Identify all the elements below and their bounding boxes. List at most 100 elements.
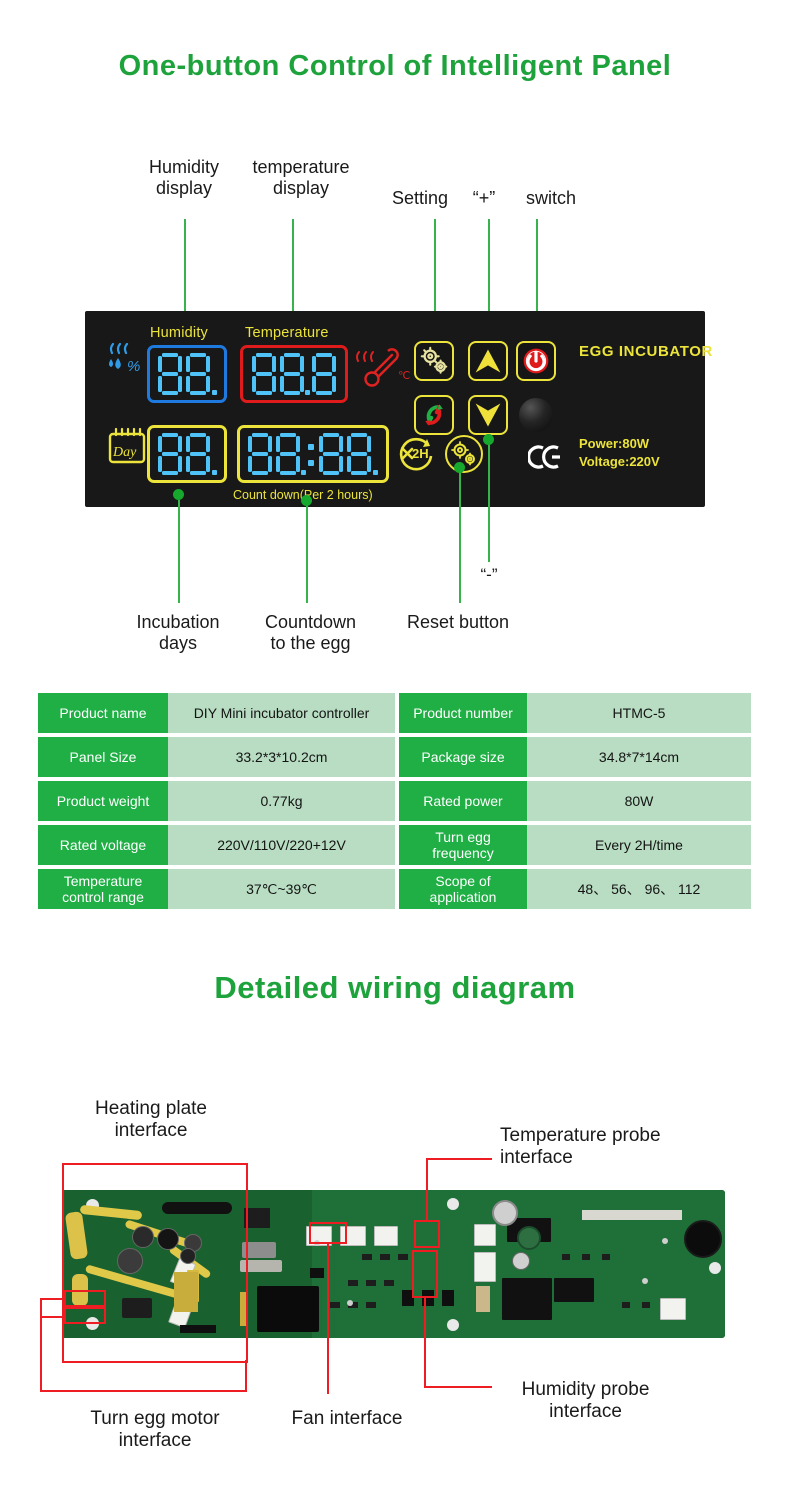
table-row: Temperature control range 37℃~39℃ Scope … [38,869,751,910]
table-row: Panel Size 33.2*3*10.2cm Package size 34… [38,737,751,777]
callout-plus: “+” [472,188,496,208]
leader-dot-minus [483,434,494,445]
adjust-knob[interactable] [519,398,553,432]
seven-seg-digit [251,353,277,395]
svg-text:℃: ℃ [398,370,410,382]
temperature-label: Temperature [245,325,329,341]
callout-switch: switch [525,188,576,208]
callout-humidity-probe: Humidity probe interface [521,1379,650,1423]
leader-temperature-probe-horiz [426,1158,492,1160]
colon-separator [308,433,316,475]
table-key-cell: Temperature control range [38,869,168,910]
table-value-cell: 34.8*7*14cm [527,737,751,777]
ce-mark-icon [527,443,570,471]
highlight-fan-interface [309,1222,347,1244]
seven-seg-digit [185,353,217,395]
table-value-cell: 48、 56、 96、 112 [527,869,751,910]
humidity-label: Humidity [150,325,208,341]
leader-line-incubation-days [178,500,180,603]
leader-turn-egg-motor-right [245,1360,247,1392]
turn-icon-text: 2H [412,446,429,461]
seven-seg-digit [276,433,306,475]
table-key-cell: Rated power [399,781,527,821]
power-spec-text: Power:80W Voltage:220V [579,436,660,469]
callout-countdown-to-egg: Countdown to the egg [264,612,357,654]
setting-button[interactable] [414,341,454,381]
leader-line-reset [459,470,461,603]
table-value-cell: HTMC-5 [527,693,751,733]
wiring-section-title: Detailed wiring diagram [214,970,576,1005]
leader-line-minus [488,440,490,562]
table-row: Rated voltage 220V/110V/220+12V Turn egg… [38,825,751,866]
table-value-cell: 220V/110V/220+12V [168,825,395,866]
day-calendar-icon: Day [105,425,149,469]
seven-seg-digit [347,433,378,475]
control-panel: % Humidity Temperature ℃ Day Count down(… [85,311,712,507]
table-key-cell: Package size [399,737,527,777]
highlight-humidity-probe [412,1250,438,1298]
seven-seg-digit [248,433,273,475]
turn-egg-button[interactable] [414,395,454,435]
table-value-cell: DIY Mini incubator controller [168,693,395,733]
humidity-icon: % [102,337,148,383]
day-icon-text: Day [112,445,137,460]
highlight-heating-plate [62,1163,248,1363]
callout-incubation-days: Incubation days [136,612,220,654]
seven-seg-digit [319,433,344,475]
gears-icon [420,346,448,374]
countdown-display [237,425,389,483]
highlight-turn-egg-motor-1 [64,1290,106,1307]
highlight-temperature-probe [414,1220,440,1248]
power-icon [523,348,549,374]
humidity-display [147,345,227,403]
leader-dot-countdown [301,495,312,506]
seven-seg-digit [311,353,337,395]
callout-humidity-display: Humidity display [148,157,219,199]
turn-egg-2h-icon: 2H [392,433,438,477]
table-value-cell: Every 2H/time [527,825,751,866]
highlight-turn-egg-motor-2 [64,1307,106,1324]
seven-seg-digit [279,353,310,395]
table-key-cell: Product number [399,693,527,733]
callout-fan-interface: Fan interface [291,1408,403,1429]
leader-line-temperature [292,219,294,317]
seven-seg-digit [157,353,183,395]
leader-turn-egg-motor-1 [40,1298,66,1300]
callout-temperature-display: temperature display [252,157,350,199]
table-key-cell: Product name [38,693,168,733]
table-value-cell: 33.2*3*10.2cm [168,737,395,777]
leader-turn-egg-motor-horiz [40,1390,246,1392]
callout-setting: Setting [391,188,449,208]
leader-line-countdown [306,500,308,603]
table-key-cell: Product weight [38,781,168,821]
leader-line-humidity [184,219,186,317]
leader-temperature-probe-vert [426,1158,428,1222]
arrow-down-icon [475,403,501,427]
arrow-up-icon [475,349,501,373]
leader-turn-egg-motor-2 [40,1316,66,1318]
incubation-days-display [147,425,227,483]
minus-down-button[interactable] [468,395,508,435]
seven-seg-digit [157,433,183,475]
table-value-cell: 80W [527,781,751,821]
table-key-cell: Scope of application [399,869,527,910]
callout-minus: “-” [480,565,498,584]
leader-humidity-probe-vert [424,1298,426,1388]
table-row: Product weight 0.77kg Rated power 80W [38,781,751,821]
table-key-cell: Panel Size [38,737,168,777]
svg-text:%: % [127,358,140,375]
table-key-cell: Rated voltage [38,825,168,866]
leader-dot-incubation-days [173,489,184,500]
callout-heating-plate: Heating plate interface [95,1098,207,1142]
callout-temperature-probe: Temperature probe interface [500,1125,661,1169]
seven-seg-digit [185,433,217,475]
cycle-arrows-icon [425,404,443,426]
plus-up-button[interactable] [468,341,508,381]
power-switch-button[interactable] [516,341,556,381]
specification-table: Product name DIY Mini incubator controll… [38,693,751,913]
leader-turn-egg-motor-vert [40,1298,42,1392]
brand-label: EGG INCUBATOR [579,343,713,360]
callout-turn-egg-motor: Turn egg motor interface [90,1408,220,1452]
table-row: Product name DIY Mini incubator controll… [38,693,751,733]
leader-humidity-probe-horiz [424,1386,492,1388]
